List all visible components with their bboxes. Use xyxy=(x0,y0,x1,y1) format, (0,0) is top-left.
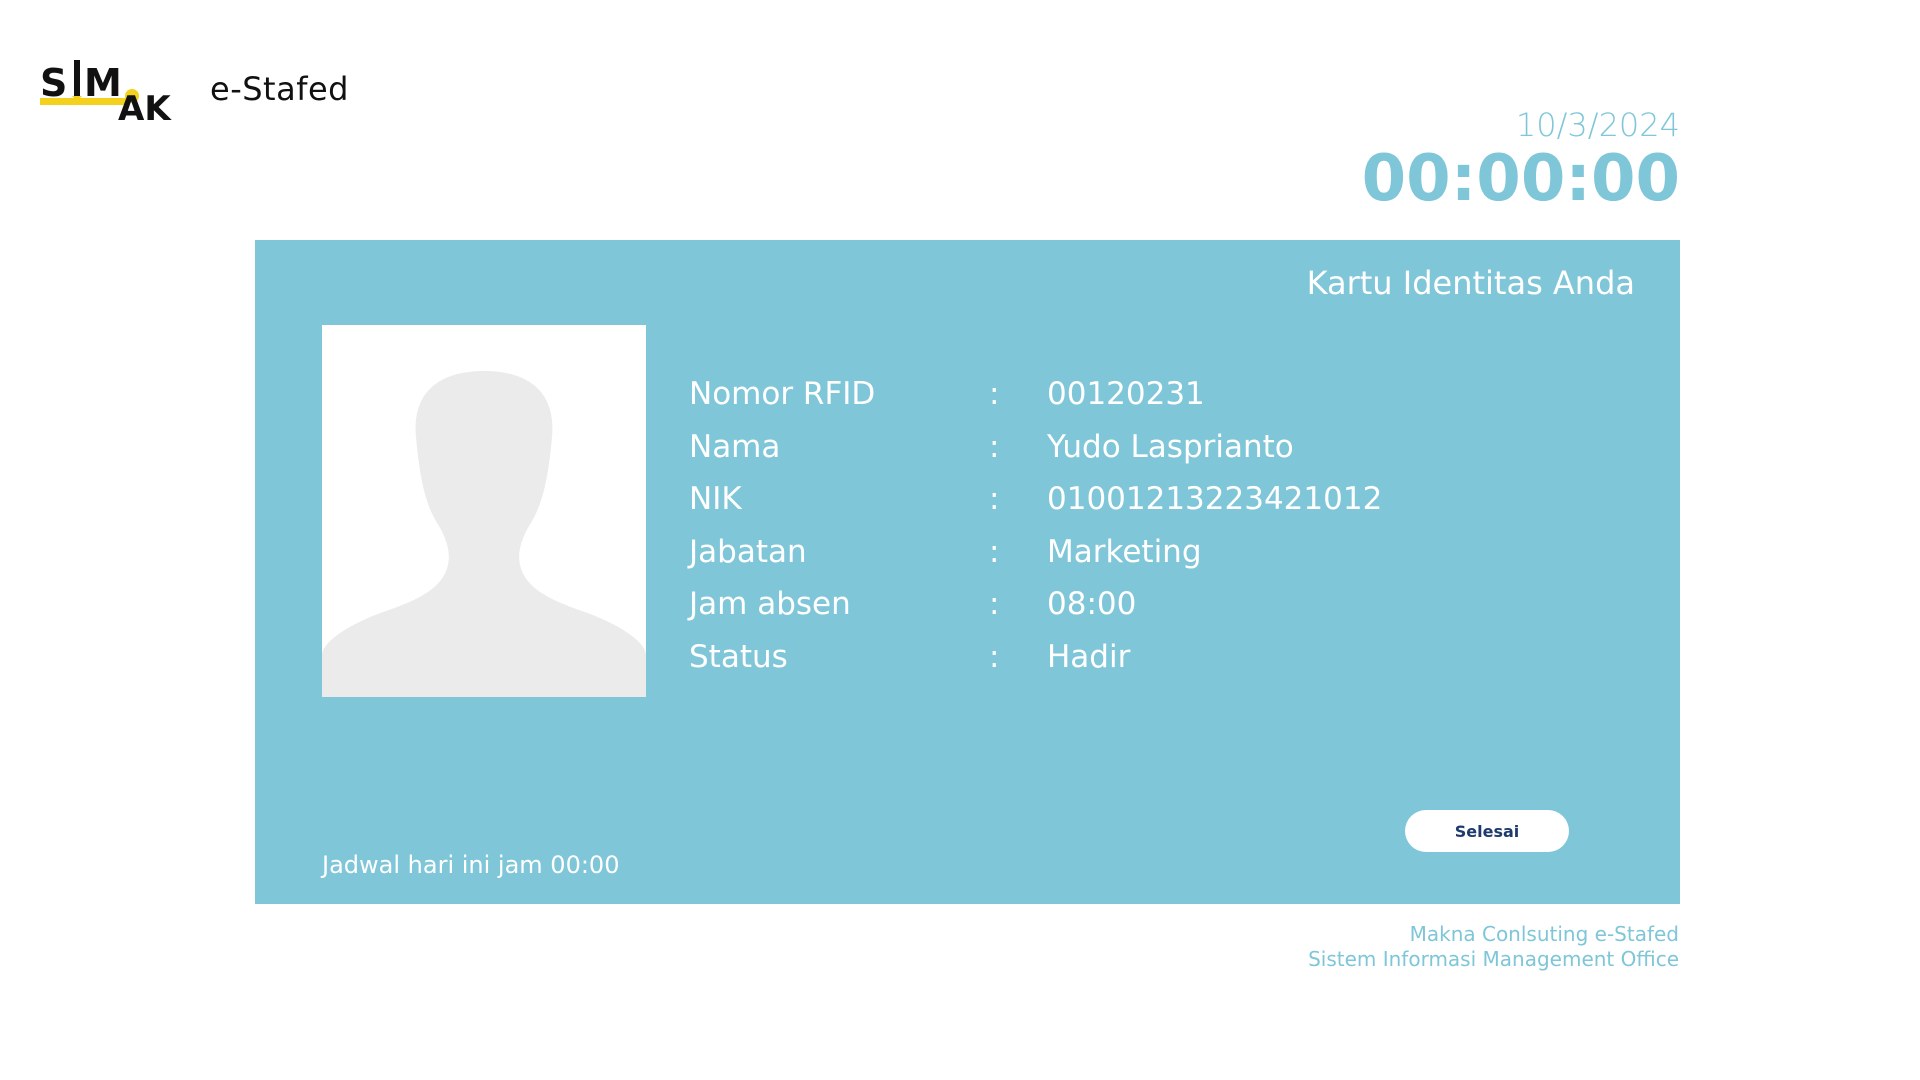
identity-card: Kartu Identitas Anda Nomor RFID : 001202… xyxy=(255,240,1680,904)
page: S M AK e-Stafed 10/3/2024 00:00:00 Kartu… xyxy=(0,0,1920,1080)
field-label: Status xyxy=(689,638,788,675)
footer-system: Sistem Informasi Management Office xyxy=(1308,947,1679,971)
footer: Makna Conlsuting e-Stafed Sistem Informa… xyxy=(1308,922,1679,972)
field-value: 01001213223421012 xyxy=(1047,481,1383,518)
svg-text:S: S xyxy=(40,61,67,105)
field-label: Jam absen xyxy=(689,586,851,623)
field-value: 08:00 xyxy=(1047,586,1137,623)
field-separator: : xyxy=(989,533,1000,570)
datetime: 10/3/2024 00:00:00 xyxy=(1362,106,1680,213)
field-separator: : xyxy=(989,638,1000,675)
done-button[interactable]: Selesai xyxy=(1405,810,1569,852)
svg-text:M: M xyxy=(84,61,122,105)
svg-text:AK: AK xyxy=(118,89,172,122)
simak-logo: S M AK xyxy=(40,60,172,122)
field-label: NIK xyxy=(689,481,742,518)
person-silhouette-icon xyxy=(322,325,646,697)
schedule-text: Jadwal hari ini jam 00:00 xyxy=(322,851,620,879)
field-separator: : xyxy=(989,428,1000,465)
field-label: Nomor RFID xyxy=(689,376,876,413)
current-time: 00:00:00 xyxy=(1361,142,1680,216)
field-rfid: Nomor RFID : 00120231 xyxy=(689,368,1382,421)
field-position: Jabatan : Marketing xyxy=(689,526,1382,579)
field-separator: : xyxy=(989,376,1000,413)
identity-info: Nomor RFID : 00120231 Nama : Yudo Laspri… xyxy=(689,368,1382,683)
field-name: Nama : Yudo Lasprianto xyxy=(689,421,1382,474)
field-separator: : xyxy=(989,586,1000,623)
field-value: Yudo Lasprianto xyxy=(1047,428,1294,465)
field-label: Nama xyxy=(689,428,781,465)
field-status: Status : Hadir xyxy=(689,631,1382,684)
field-attendance-time: Jam absen : 08:00 xyxy=(689,578,1382,631)
footer-company: Makna Conlsuting e-Stafed xyxy=(1409,922,1679,946)
field-label: Jabatan xyxy=(689,533,807,570)
field-value: Hadir xyxy=(1047,638,1131,675)
field-separator: : xyxy=(989,481,1000,518)
brand: S M AK e-Stafed xyxy=(40,56,349,122)
app-name: e-Stafed xyxy=(210,70,349,108)
field-nik: NIK : 01001213223421012 xyxy=(689,473,1382,526)
card-title: Kartu Identitas Anda xyxy=(1306,264,1635,302)
field-value: 00120231 xyxy=(1047,376,1205,413)
current-date: 10/3/2024 xyxy=(1515,106,1680,144)
profile-photo xyxy=(322,325,646,697)
field-value: Marketing xyxy=(1047,533,1202,570)
